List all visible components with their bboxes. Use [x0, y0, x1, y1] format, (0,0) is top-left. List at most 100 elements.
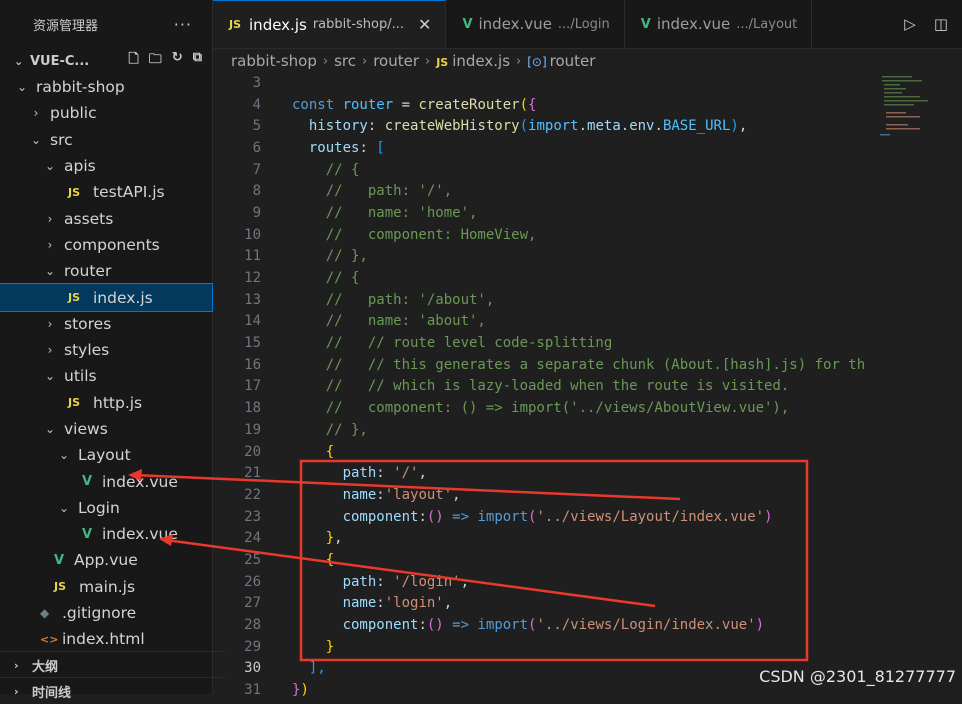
code-text: }, — [292, 530, 343, 546]
code-line[interactable]: 23 component:() => import('../views/Layo… — [213, 506, 962, 528]
more-actions-icon[interactable]: ··· — [174, 15, 192, 34]
code-line[interactable]: 8 // path: '/', — [213, 180, 962, 202]
code-token: } — [325, 530, 335, 547]
tree-item[interactable]: ⌄ rabbit-shop — [0, 74, 212, 100]
split-editor-icon[interactable]: ◫ — [934, 15, 948, 33]
tree-item[interactable]: Vindex.vue — [0, 468, 212, 494]
tree-item[interactable]: › styles — [0, 337, 212, 363]
tab-login-index-vue[interactable]: V index.vue .../Login — [446, 0, 625, 48]
tree-item[interactable]: JS main.js — [0, 574, 212, 600]
code-token: : — [376, 486, 385, 503]
tree-item[interactable]: ⌄ views — [0, 416, 212, 442]
chevron-down-icon: ⌄ — [16, 80, 28, 95]
code-token: } — [325, 638, 335, 655]
refresh-icon[interactable]: ↻ — [172, 50, 183, 72]
collapse-all-icon[interactable]: ⧉ — [193, 50, 202, 72]
code-token: // { — [292, 270, 360, 287]
code-text: name:'layout', — [292, 487, 461, 503]
code-token: // path: '/about', — [292, 291, 495, 308]
code-text: component:() => import('../views/Layout/… — [292, 509, 773, 525]
code-line[interactable]: 18 // component: () => import('../views/… — [213, 397, 962, 419]
tree-item[interactable]: › stores — [0, 311, 212, 337]
code-line[interactable]: 15 // // route level code-splitting — [213, 332, 962, 354]
code-token: , — [738, 118, 748, 135]
code-line[interactable]: 3 — [213, 72, 962, 94]
breadcrumb-item[interactable]: rabbit-shop — [231, 52, 317, 70]
tree-item[interactable]: ⌄ utils — [0, 363, 212, 389]
explorer-sidebar: 资源管理器 ··· ⌄ VUE-C... 🗋 🗀 ↻ ⧉ ⌄ rabbit-sho… — [0, 0, 226, 701]
tree-item-label: Login — [78, 498, 120, 517]
line-number: 12 — [244, 270, 261, 287]
code-token: '../views/Login/index.vue' — [536, 617, 756, 634]
tree-item[interactable]: › assets — [0, 205, 212, 231]
code-line[interactable]: 5 history: createWebHistory(import.meta.… — [213, 115, 962, 137]
code-line[interactable]: 12 // { — [213, 267, 962, 289]
code-text: // path: '/', — [292, 183, 452, 199]
timeline-section[interactable]: › 时间线 — [0, 677, 226, 704]
outline-section-label: 大纲 — [32, 659, 59, 675]
line-number: 20 — [244, 443, 261, 460]
minimap[interactable] — [878, 72, 948, 152]
tab-index-js[interactable]: JS index.js rabbit-shop/... ✕ — [213, 0, 447, 48]
tree-item[interactable]: › public — [0, 100, 212, 126]
code-line[interactable]: 17 // // which is lazy-loaded when the r… — [213, 376, 962, 398]
code-line[interactable]: 13 // path: '/about', — [213, 289, 962, 311]
code-line[interactable]: 29 } — [213, 636, 962, 658]
tree-item[interactable]: JS testAPI.js — [0, 179, 212, 205]
new-folder-icon[interactable]: 🗀 — [149, 50, 162, 72]
code-line[interactable]: 6 routes: [ — [213, 137, 962, 159]
code-line[interactable]: 28 component:() => import('../views/Logi… — [213, 614, 962, 636]
code-text: { — [292, 552, 334, 568]
tab-bar: JS index.js rabbit-shop/... ✕ V index.vu… — [213, 0, 962, 49]
chevron-down-icon: ⌄ — [44, 159, 56, 174]
code-token: // }, — [292, 248, 368, 265]
tab-description: .../Layout — [736, 16, 798, 32]
code-line[interactable]: 11 // }, — [213, 246, 962, 268]
workspace-root[interactable]: ⌄ VUE-C... 🗋 🗀 ↻ ⧉ — [0, 48, 212, 74]
code-line[interactable]: 24 }, — [213, 527, 962, 549]
tree-item[interactable]: JS http.js — [0, 390, 212, 416]
run-icon[interactable]: ▷ — [904, 15, 916, 33]
tree-item[interactable]: › components — [0, 232, 212, 258]
code-line[interactable]: 4 const router = createRouter({ — [213, 94, 962, 116]
new-file-icon[interactable]: 🗋 — [128, 50, 138, 72]
tree-item[interactable]: ⌄ apis — [0, 153, 212, 179]
code-line[interactable]: 16 // // this generates a separate chunk… — [213, 354, 962, 376]
code-line[interactable]: 21 path: '/', — [213, 462, 962, 484]
code-line[interactable]: 25 { — [213, 549, 962, 571]
code-line[interactable]: 14 // name: 'about', — [213, 311, 962, 333]
tree-item[interactable]: ⌄ router — [0, 258, 212, 284]
code-line[interactable]: 10 // component: HomeView, — [213, 224, 962, 246]
tree-item[interactable]: ◆ .gitignore — [0, 600, 212, 626]
code-line[interactable]: 26 path: '/login', — [213, 571, 962, 593]
breadcrumb-item[interactable]: JS index.js — [436, 52, 510, 70]
line-number: 13 — [244, 291, 261, 308]
chevron-down-icon: ⌄ — [44, 264, 56, 279]
code-line[interactable]: 27 name:'login', — [213, 593, 962, 615]
code-line[interactable]: 22 name:'layout', — [213, 484, 962, 506]
tree-item[interactable]: ⌄ Layout — [0, 442, 212, 468]
tree-item[interactable]: ⌄ src — [0, 127, 212, 153]
tree-item[interactable]: JS index.js — [0, 283, 213, 312]
code-editor[interactable]: 3 4 const router = createRouter({5 history… — [213, 72, 962, 698]
outline-section[interactable]: › 大纲 — [0, 651, 226, 678]
code-line[interactable]: 9 // name: 'home', — [213, 202, 962, 224]
code-line[interactable]: 20 { — [213, 441, 962, 463]
code-text: // }, — [292, 422, 368, 438]
tab-layout-index-vue[interactable]: V index.vue .../Layout — [625, 0, 813, 48]
close-icon[interactable]: ✕ — [418, 15, 431, 34]
breadcrumb-item[interactable]: router — [373, 52, 419, 70]
breadcrumb-item[interactable]: [⊙] router — [527, 52, 595, 70]
line-number: 6 — [252, 139, 261, 156]
tree-item[interactable]: Vindex.vue — [0, 521, 212, 547]
line-number: 14 — [244, 313, 261, 330]
breadcrumb-item[interactable]: src — [334, 52, 356, 70]
code-line[interactable]: 7 // { — [213, 159, 962, 181]
code-line[interactable]: 19 // }, — [213, 419, 962, 441]
explorer-title: 资源管理器 — [33, 18, 99, 34]
tree-item[interactable]: ⌄ Login — [0, 495, 212, 521]
tree-item[interactable]: <> index.html — [0, 626, 212, 652]
tree-item[interactable]: V App.vue — [0, 547, 212, 573]
